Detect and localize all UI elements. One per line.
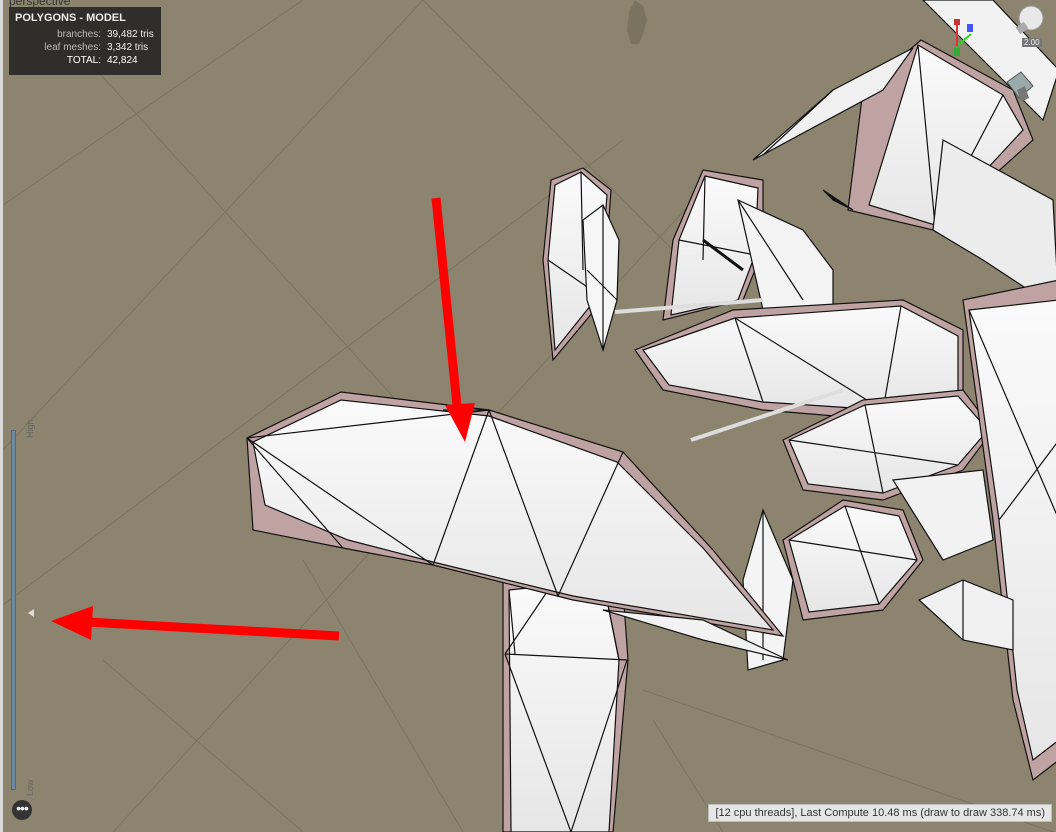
3d-viewport[interactable]: perspective POLYGONS - MODEL branches: 3…	[0, 0, 1056, 832]
lod-low-label: Low	[25, 779, 35, 796]
more-options-button[interactable]: •••	[12, 800, 32, 820]
stats-row-branches: branches: 39,482 tris	[15, 29, 155, 42]
stats-row-leaf-meshes: leaf meshes: 3,342 tris	[15, 42, 155, 55]
lod-slider-handle[interactable]	[28, 609, 34, 617]
lod-slider[interactable]: High Low	[11, 419, 35, 796]
stats-label: leaf meshes:	[44, 42, 101, 53]
stats-header: POLYGONS - MODEL	[15, 12, 126, 24]
zoom-label: 2.00	[1022, 38, 1042, 47]
lod-slider-track[interactable]	[11, 430, 16, 790]
polygon-stats-panel: POLYGONS - MODEL branches: 39,482 tris l…	[9, 7, 161, 75]
viewport-scene[interactable]	[3, 0, 1056, 832]
status-bar: [12 cpu threads], Last Compute 10.48 ms …	[708, 804, 1052, 822]
selected-leaf	[246, 391, 789, 832]
light-fixture-icon[interactable]	[1003, 68, 1037, 104]
stats-row-total: TOTAL: 42,824	[15, 55, 155, 68]
lod-high-label: High	[25, 419, 35, 438]
stats-value: 42,824	[107, 55, 138, 66]
stats-label: branches:	[57, 29, 101, 40]
scale-figure	[627, 0, 647, 44]
axis-gizmo-icon[interactable]	[951, 16, 981, 58]
stats-label: TOTAL:	[66, 55, 101, 66]
stats-value: 39,482 tris	[107, 29, 154, 40]
stats-value: 3,342 tris	[107, 42, 149, 53]
